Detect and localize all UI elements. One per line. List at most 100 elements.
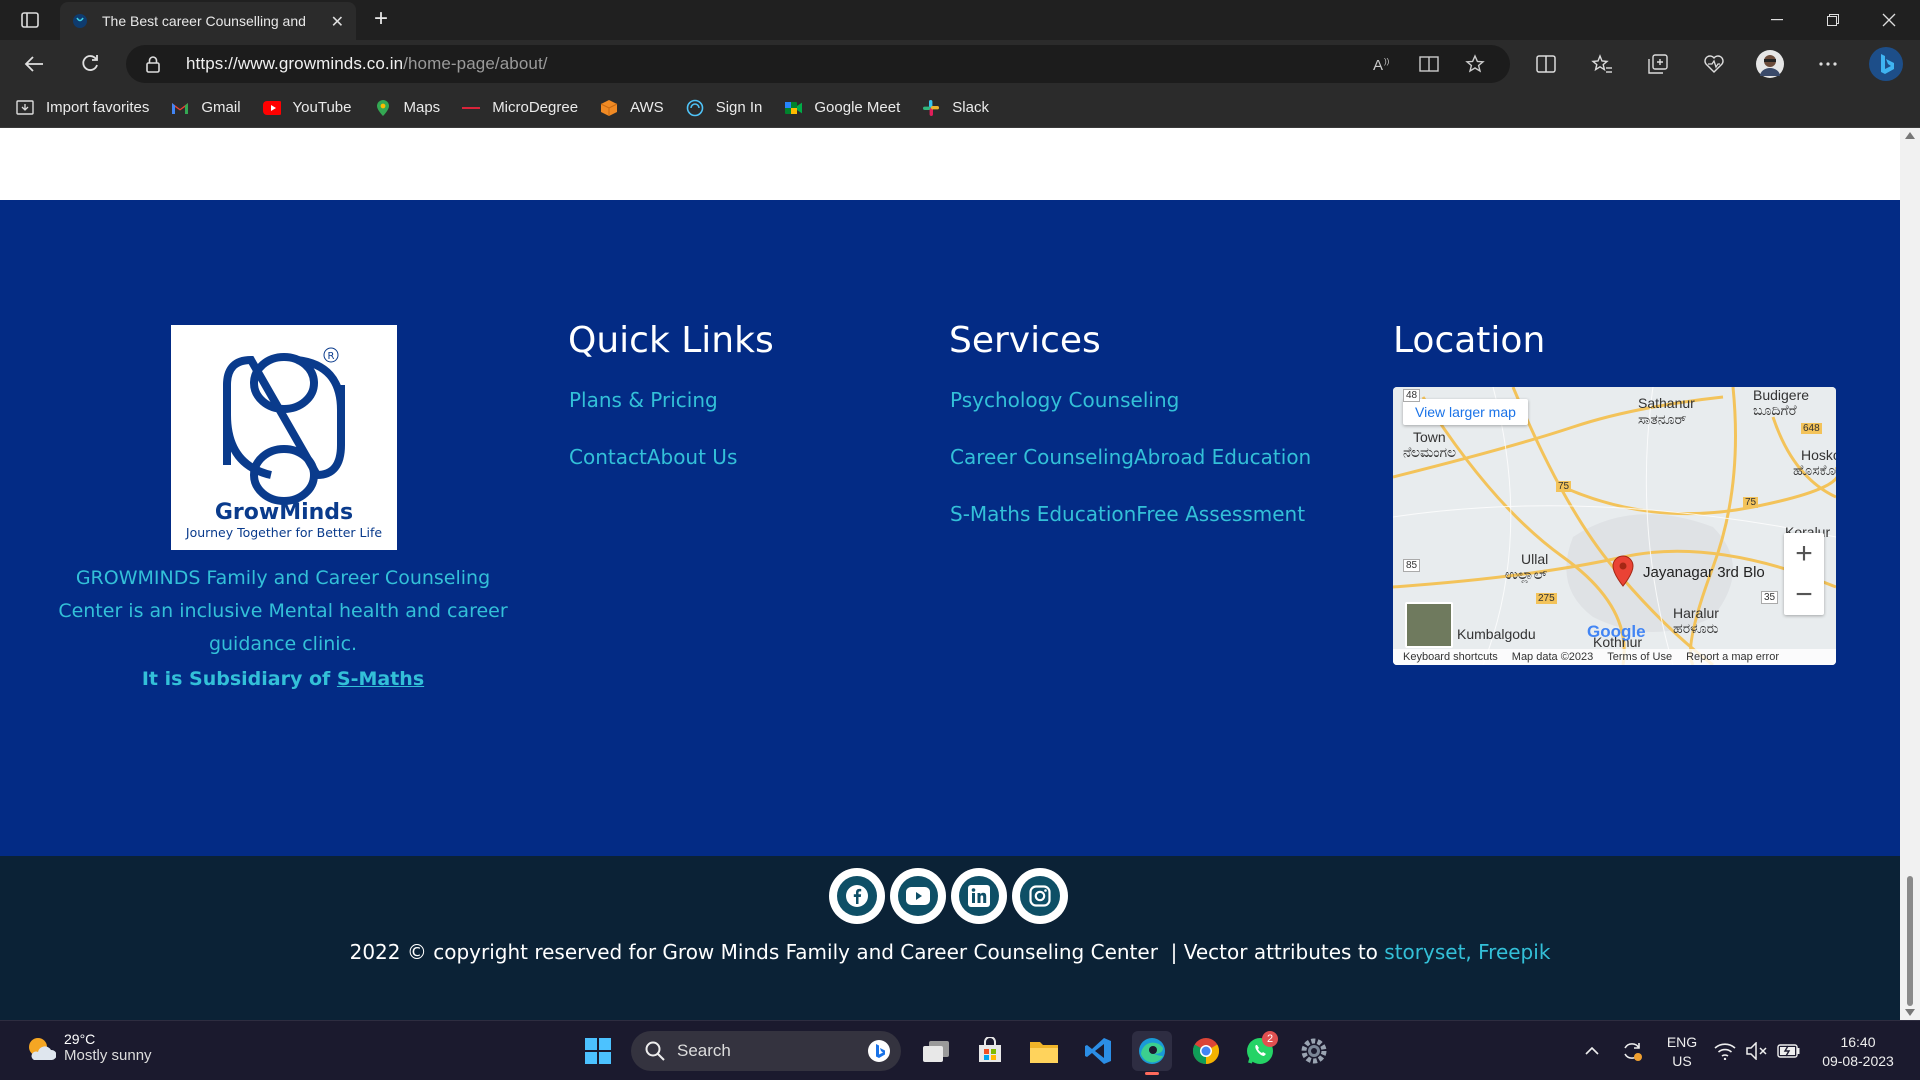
career-counseling-link[interactable]: Career CounselingAbroad Education — [950, 445, 1311, 469]
split-screen-icon[interactable] — [1530, 48, 1562, 80]
task-view-icon[interactable] — [916, 1031, 956, 1071]
bookmark-aws[interactable]: AWS — [600, 99, 664, 117]
chrome-icon[interactable] — [1186, 1031, 1226, 1071]
bookmark-label: AWS — [630, 99, 664, 116]
tab-close-icon[interactable]: ✕ — [331, 12, 344, 31]
search-placeholder: Search — [677, 1041, 731, 1060]
refresh-icon[interactable] — [74, 48, 106, 80]
google-map-embed[interactable]: View larger map Sathanur ಸಾತನೂರ್ Budiger… — [1393, 387, 1836, 665]
back-arrow-icon[interactable] — [18, 48, 50, 80]
show-hidden-icons-chevron-icon[interactable] — [1572, 1031, 1612, 1071]
close-window-icon[interactable] — [1862, 0, 1916, 40]
services-heading: Services — [949, 320, 1101, 361]
bookmark-label: Import favorites — [46, 99, 150, 116]
restore-icon[interactable] — [1806, 0, 1860, 40]
url-text[interactable]: https://www.growminds.co.in/home-page/ab… — [186, 54, 548, 74]
bookmark-google-meet[interactable]: Google Meet — [784, 99, 900, 117]
zoom-in-button[interactable]: + — [1784, 533, 1824, 574]
plans-pricing-link[interactable]: Plans & Pricing — [569, 388, 718, 412]
map-label: Budigere — [1753, 387, 1810, 403]
browser-essentials-icon[interactable] — [1698, 48, 1730, 80]
address-bar[interactable]: https://www.growminds.co.in/home-page/ab… — [126, 45, 1510, 83]
map-label: Sathanur — [1638, 395, 1695, 411]
file-explorer-icon[interactable] — [1024, 1031, 1064, 1071]
bookmark-label: Maps — [403, 99, 441, 116]
instagram-button[interactable] — [1012, 868, 1068, 924]
map-label: ನೆಲಮಂಗಲ — [1403, 444, 1457, 460]
immersive-reader-icon[interactable] — [1416, 52, 1442, 76]
scrollbar-thumb[interactable] — [1907, 876, 1913, 1006]
active-tab[interactable]: The Best career Counselling and ✕ — [60, 2, 356, 40]
language-code: ENG — [1666, 1034, 1698, 1050]
favorites-icon[interactable] — [1586, 48, 1618, 80]
bookmark-import-favorites[interactable]: Import favorites — [16, 99, 149, 117]
s-maths-education-link[interactable]: S-Maths EducationFree Assessment — [950, 502, 1305, 526]
favorite-star-icon[interactable] — [1462, 52, 1488, 76]
s-maths-link[interactable]: S-Maths — [337, 668, 424, 690]
bookmark-maps[interactable]: Maps — [374, 99, 441, 117]
start-windows-icon[interactable] — [578, 1031, 618, 1071]
weather-description: Mostly sunny — [64, 1047, 152, 1064]
satellite-toggle[interactable] — [1405, 602, 1453, 648]
zoom-out-button[interactable]: − — [1784, 574, 1824, 615]
subsidiary-prefix: It is Subsidiary of — [141, 668, 337, 690]
psychology-counseling-link[interactable]: Psychology Counseling — [950, 388, 1179, 412]
whatsapp-icon[interactable]: 2 — [1240, 1031, 1280, 1071]
more-options-icon[interactable] — [1812, 48, 1844, 80]
read-aloud-icon[interactable]: A)) — [1370, 52, 1396, 76]
bing-search-icon[interactable] — [867, 1039, 891, 1063]
scroll-down-arrow-icon[interactable] — [1905, 1009, 1915, 1016]
linkedin-button[interactable] — [951, 868, 1007, 924]
page-scrollbar[interactable] — [1900, 128, 1920, 1020]
speaker-muted-icon[interactable] — [1740, 1031, 1774, 1071]
input-language[interactable]: ENG US — [1664, 1033, 1700, 1071]
bookmark-youtube[interactable]: YouTube — [262, 99, 352, 117]
location-pin-icon[interactable] — [1611, 555, 1635, 587]
settings-gear-icon[interactable] — [1294, 1031, 1334, 1071]
search-icon — [645, 1041, 665, 1061]
tab-actions-icon[interactable] — [14, 6, 46, 34]
lock-icon[interactable] — [146, 56, 160, 73]
microsoft-store-icon[interactable] — [970, 1031, 1010, 1071]
contact-about-link[interactable]: ContactAbout Us — [569, 445, 737, 469]
favorites-bar: Import favorites Gmail YouTube Maps Micr… — [0, 88, 1920, 128]
slack-icon — [922, 99, 940, 117]
map-data-text: Map data ©2023 — [1511, 651, 1594, 663]
logo-name: GrowMinds — [215, 500, 353, 525]
keyboard-shortcuts-link[interactable]: Keyboard shortcuts — [1403, 651, 1498, 663]
vscode-icon[interactable] — [1078, 1031, 1118, 1071]
clock[interactable]: 16:40 09-08-2023 — [1812, 1033, 1904, 1071]
profile-avatar[interactable] — [1754, 48, 1786, 80]
terms-of-use-link[interactable]: Terms of Use — [1607, 651, 1672, 663]
battery-charging-icon[interactable] — [1772, 1031, 1806, 1071]
bing-copilot-icon[interactable] — [1866, 44, 1906, 84]
bookmark-label: Gmail — [201, 99, 241, 116]
bookmark-sign-in[interactable]: Sign In — [686, 99, 762, 117]
road-shield: 75 — [1743, 497, 1759, 508]
map-label: Haralur — [1673, 605, 1719, 621]
edge-icon[interactable] — [1132, 1031, 1172, 1075]
new-tab-button[interactable]: + — [366, 6, 396, 34]
youtube-button[interactable] — [890, 868, 946, 924]
scroll-up-arrow-icon[interactable] — [1905, 132, 1915, 139]
wifi-icon[interactable] — [1708, 1031, 1742, 1071]
road-shield: 48 — [1403, 389, 1421, 402]
road-shield: 275 — [1536, 593, 1557, 604]
minimize-icon[interactable] — [1750, 0, 1804, 40]
report-map-error-link[interactable]: Report a map error — [1686, 651, 1779, 663]
weather-widget[interactable]: 29°C Mostly sunny — [24, 1031, 152, 1064]
growminds-logo[interactable]: R GrowMinds Journey Together for Better … — [171, 325, 397, 550]
facebook-button[interactable] — [829, 868, 885, 924]
view-larger-map-button[interactable]: View larger map — [1403, 399, 1528, 425]
collections-icon[interactable] — [1642, 48, 1674, 80]
tab-title: The Best career Counselling and — [102, 13, 306, 29]
linkedin-icon — [959, 876, 999, 916]
bookmark-microdegree[interactable]: MicroDegree — [462, 99, 578, 117]
map-attribution: Keyboard shortcuts Map data ©2023 Terms … — [1393, 649, 1836, 665]
bookmark-slack[interactable]: Slack — [922, 99, 989, 117]
vector-attributes-link[interactable]: storyset, Freepik — [1384, 940, 1550, 964]
map-label: Ullal — [1521, 551, 1549, 567]
bookmark-gmail[interactable]: Gmail — [171, 99, 241, 117]
taskbar-search-box[interactable]: Search — [631, 1031, 901, 1071]
sync-icon[interactable] — [1612, 1031, 1652, 1071]
